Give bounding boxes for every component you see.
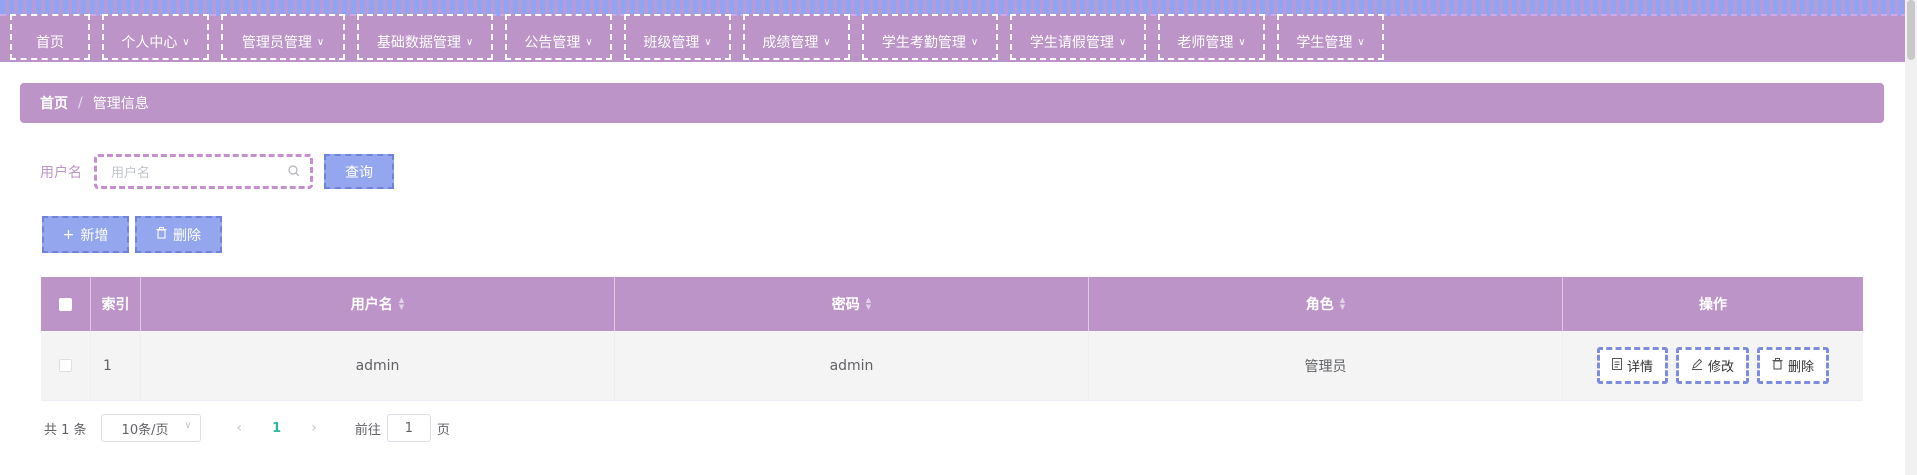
nav-item-label: 成绩管理 (762, 35, 819, 51)
chevron-down-icon: ∨ (182, 36, 190, 48)
edit-button-label: 修改 (1707, 360, 1734, 375)
header-index: 索引 (91, 277, 141, 331)
header-operations: 操作 (1699, 297, 1727, 313)
select-all-checkbox[interactable] (59, 297, 72, 311)
plus-icon: + (62, 226, 75, 243)
nav-item-student-management[interactable]: 学生管理 ∨ (1277, 14, 1384, 60)
header-password[interactable]: 密码 ▲ ▼ (615, 277, 1089, 331)
chevron-down-icon: ∨ (704, 36, 712, 48)
nav-item-label: 公告管理 (524, 35, 581, 51)
breadcrumb-separator: / (78, 95, 83, 111)
query-button[interactable]: 查询 (324, 154, 394, 189)
current-page[interactable]: 1 (272, 421, 281, 436)
chevron-down-icon: ∨ (465, 36, 474, 48)
delete-button-label: 删除 (1788, 360, 1815, 375)
trash-icon (156, 226, 167, 243)
search-input[interactable]: 用户名 (94, 154, 313, 189)
chevron-down-icon: ∨ (316, 36, 325, 48)
detail-button[interactable]: 详情 (1596, 347, 1668, 384)
scrollbar-thumb[interactable] (1907, 0, 1915, 60)
sort-icon[interactable]: ▲ ▼ (1340, 297, 1345, 311)
row-checkbox[interactable] (59, 359, 72, 372)
search-placeholder: 用户名 (111, 166, 151, 181)
breadcrumb-current: 管理信息 (92, 96, 149, 112)
nav-item-home[interactable]: 首页 (10, 14, 90, 60)
add-button-label: 新增 (80, 227, 109, 244)
search-icon (288, 165, 300, 181)
chevron-down-icon: ∨ (184, 420, 192, 431)
header-username-label: 用户名 (350, 297, 393, 313)
header-role-label: 角色 (1305, 297, 1334, 313)
breadcrumb-home[interactable]: 首页 (40, 93, 68, 113)
delete-button[interactable]: 删除 (1757, 347, 1830, 384)
table-row: 1 admin admin 管理员 详情 修改 删除 (41, 331, 1863, 401)
cell-index: 1 (91, 331, 141, 400)
sort-icon[interactable]: ▲ ▼ (399, 297, 404, 311)
nav-item-basic-data-management[interactable]: 基础数据管理 ∨ (357, 14, 493, 60)
search-label: 用户名 (40, 165, 82, 181)
edit-icon (1691, 358, 1703, 374)
nav-item-label: 管理员管理 (241, 35, 312, 51)
batch-delete-button[interactable]: 删除 (135, 216, 222, 253)
nav-item-label: 班级管理 (643, 35, 700, 51)
add-button[interactable]: + 新增 (42, 216, 129, 253)
nav-item-label: 学生考勤管理 (881, 35, 966, 51)
nav-item-score-management[interactable]: 成绩管理 ∨ (743, 14, 850, 60)
nav-item-notice-management[interactable]: 公告管理 ∨ (505, 14, 612, 60)
nav-item-attendance-management[interactable]: 学生考勤管理 ∨ (862, 14, 998, 60)
chevron-down-icon: ∨ (1238, 36, 1246, 48)
table-header: 索引 用户名 ▲ ▼ 密码 ▲ ▼ 角色 ▲ ▼ 操作 (41, 277, 1863, 331)
nav-item-label: 学生管理 (1296, 35, 1353, 51)
page-size-value: 10条/页 (121, 422, 169, 438)
goto-prefix: 前往 (354, 422, 381, 438)
row-select (41, 331, 91, 400)
top-nav: 首页 个人中心 ∨ 管理员管理 ∨ 基础数据管理 ∨ 公告管理 ∨ 班级管理 ∨ 成绩管理… (0, 0, 1917, 62)
header-username[interactable]: 用户名 ▲ ▼ (141, 277, 615, 331)
goto-suffix: 页 (436, 422, 450, 438)
header-role[interactable]: 角色 ▲ ▼ (1089, 277, 1563, 331)
pagination: 共 1 条 10条/页 ∨ ‹ 1 › 前往 1 页 (44, 413, 450, 443)
nav-item-label: 首页 (36, 35, 64, 51)
next-page-icon[interactable]: › (311, 420, 317, 436)
data-table: 索引 用户名 ▲ ▼ 密码 ▲ ▼ 角色 ▲ ▼ 操作 1 admin admin 管理员 … (41, 277, 1863, 401)
nav-item-label: 老师管理 (1177, 35, 1234, 51)
goto-page-input[interactable]: 1 (386, 414, 431, 442)
chevron-down-icon: ∨ (1118, 36, 1127, 48)
page-size-select[interactable]: 10条/页 ∨ (100, 414, 201, 442)
header-select-all (41, 277, 91, 331)
nav-item-personal-center[interactable]: 个人中心 ∨ (102, 14, 209, 60)
page-scrollbar[interactable] (1905, 0, 1917, 475)
pagination-total: 共 1 条 (44, 422, 87, 438)
nav-item-label: 个人中心 (121, 35, 178, 51)
nav-item-admin-management[interactable]: 管理员管理 ∨ (221, 14, 345, 60)
detail-button-label: 详情 (1626, 360, 1653, 375)
chevron-down-icon: ∨ (823, 36, 831, 48)
header-password-label: 密码 (831, 297, 860, 313)
cell-role: 管理员 (1089, 331, 1563, 400)
chevron-down-icon: ∨ (1357, 36, 1365, 48)
cell-username: admin (141, 331, 615, 400)
nav-item-label: 学生请假管理 (1029, 35, 1114, 51)
nav-item-leave-management[interactable]: 学生请假管理 ∨ (1010, 14, 1146, 60)
prev-page-icon[interactable]: ‹ (237, 420, 243, 436)
trash-icon (1772, 357, 1783, 374)
delete-button-label: 删除 (173, 227, 201, 244)
sort-icon[interactable]: ▲ ▼ (866, 297, 871, 311)
chevron-down-icon: ∨ (970, 36, 979, 48)
nav-item-class-management[interactable]: 班级管理 ∨ (624, 14, 731, 60)
edit-button[interactable]: 修改 (1675, 347, 1749, 384)
cell-operations: 详情 修改 删除 (1563, 331, 1863, 400)
document-icon (1611, 357, 1622, 374)
nav-item-teacher-management[interactable]: 老师管理 ∨ (1158, 14, 1265, 60)
breadcrumb: 首页 / 管理信息 (20, 83, 1884, 123)
nav-item-label: 基础数据管理 (376, 35, 461, 51)
chevron-down-icon: ∨ (585, 36, 593, 48)
nav-menu: 首页 个人中心 ∨ 管理员管理 ∨ 基础数据管理 ∨ 公告管理 ∨ 班级管理 ∨ 成绩管理… (10, 14, 1396, 62)
cell-password: admin (615, 331, 1089, 400)
